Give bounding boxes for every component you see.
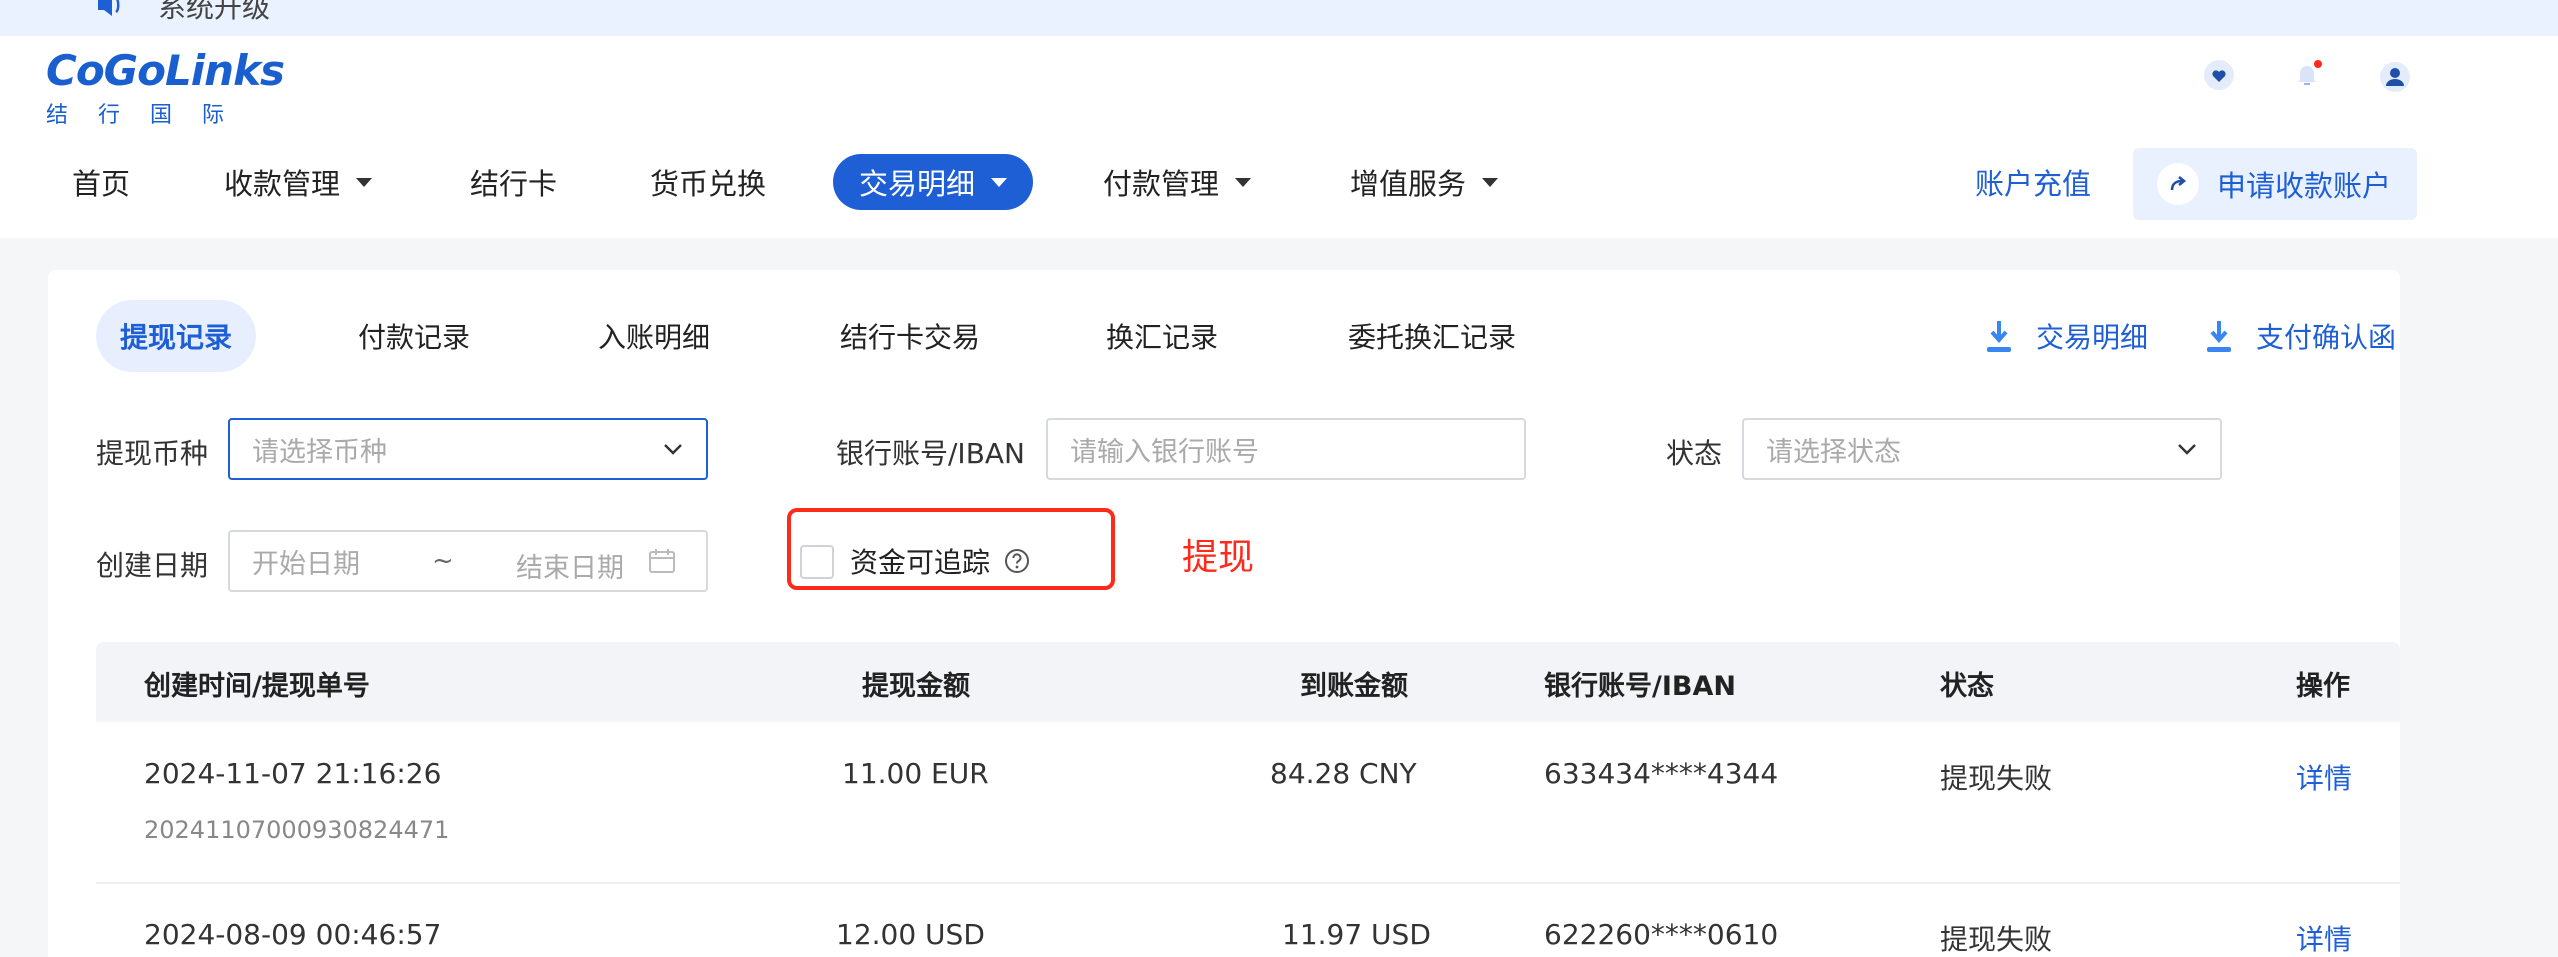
col-status: 状态 <box>1940 671 1994 702</box>
col-received-amount: 到账金额 <box>1300 671 1408 702</box>
calendar-icon <box>649 549 675 573</box>
notice-text: 系统升级 <box>158 0 271 24</box>
nav-value-added-services[interactable]: 增值服务 <box>1350 154 1499 210</box>
col-withdraw-amount: 提现金额 <box>862 671 970 702</box>
header: CoGoLinks 结行国际 首页 收款管理 结行卡 货币兑换 交易明细 付款管… <box>0 36 2558 238</box>
tab-entrusted-exchange-records[interactable]: 委托换汇记录 <box>1348 300 1516 372</box>
nav-payment-management[interactable]: 付款管理 <box>1103 154 1252 210</box>
col-bank-account: 银行账号/IBAN <box>1544 671 1736 702</box>
share-arrow-icon <box>2157 163 2199 205</box>
user-icon[interactable] <box>2378 60 2412 94</box>
caret-down-icon <box>1235 177 1252 187</box>
row-1-time: 2024-11-07 21:16:26 <box>144 757 442 790</box>
notice-bar: 系统升级 <box>0 0 2558 36</box>
date-range-picker[interactable]: 开始日期 ~ 结束日期 <box>228 530 708 592</box>
currency-label: 提现币种 <box>96 437 209 470</box>
download-transaction-details[interactable]: 交易明细 <box>1984 300 2148 372</box>
heart-icon[interactable] <box>2202 58 2236 92</box>
caret-down-icon <box>356 177 373 187</box>
logo-subtitle: 结行国际 <box>46 103 255 128</box>
nav-receipt-management[interactable]: 收款管理 <box>224 154 373 210</box>
caret-down-icon <box>1482 177 1499 187</box>
row-1-order-no: 20241107000930824471 <box>144 816 450 844</box>
row-2-account: 622260****0610 <box>1544 918 1779 951</box>
date-label: 创建日期 <box>96 549 209 582</box>
chevron-down-icon <box>664 444 682 455</box>
nav-currency-exchange[interactable]: 货币兑换 <box>650 154 766 210</box>
apply-account-button[interactable]: 申请收款账户 <box>2133 148 2417 220</box>
traceable-label: 资金可追踪 <box>850 546 991 579</box>
col-action: 操作 <box>2296 671 2350 702</box>
status-label: 状态 <box>1666 437 1723 470</box>
row-2-status: 提现失败 <box>1940 923 2053 956</box>
row-2-time: 2024-08-09 00:46:57 <box>144 918 442 951</box>
help-icon[interactable] <box>1004 548 1030 574</box>
row-2-amount: 12.00 USD <box>836 918 985 951</box>
tab-incoming-details[interactable]: 入账明细 <box>598 300 710 372</box>
nav-transaction-details[interactable]: 交易明细 <box>833 154 1033 210</box>
date-start[interactable]: 开始日期 <box>252 542 360 581</box>
row-1-detail-link[interactable]: 详情 <box>2296 757 2352 797</box>
row-1-received: 84.28 CNY <box>1270 757 1417 790</box>
caret-down-icon <box>991 177 1008 187</box>
download-payment-confirmation[interactable]: 支付确认函 <box>2204 300 2396 372</box>
row-1-account: 633434****4344 <box>1544 757 1779 790</box>
download-icon <box>2207 321 2231 352</box>
row-1-amount: 11.00 EUR <box>842 757 989 790</box>
logo-brand: CoGoLinks <box>46 46 285 95</box>
tab-exchange-records[interactable]: 换汇记录 <box>1106 300 1218 372</box>
row-1-status: 提现失败 <box>1940 762 2053 795</box>
row-divider <box>96 882 2400 884</box>
recharge-link[interactable]: 账户充值 <box>1975 154 2091 210</box>
status-select[interactable]: 请选择状态 <box>1742 418 2222 480</box>
tab-card-transactions[interactable]: 结行卡交易 <box>840 300 980 372</box>
chevron-down-icon <box>2178 444 2196 455</box>
tab-withdraw-records[interactable]: 提现记录 <box>96 300 257 372</box>
currency-select[interactable]: 请选择币种 <box>228 418 708 480</box>
bank-account-input[interactable]: 请输入银行账号 <box>1046 418 1526 480</box>
col-created-time: 创建时间/提现单号 <box>144 671 370 702</box>
tab-payment-records[interactable]: 付款记录 <box>358 300 470 372</box>
content-card <box>48 270 2400 957</box>
speaker-icon <box>96 0 126 16</box>
table-header <box>96 642 2400 722</box>
main-nav: 首页 收款管理 结行卡 货币兑换 交易明细 付款管理 增值服务 账户充值 申请收… <box>0 148 2558 234</box>
traceable-checkbox[interactable] <box>800 545 834 579</box>
nav-home[interactable]: 首页 <box>72 154 130 210</box>
annotation-text: 提现 <box>1182 537 1255 578</box>
row-2-detail-link[interactable]: 详情 <box>2296 918 2352 957</box>
date-separator: ~ <box>432 546 454 576</box>
apply-account-label: 申请收款账户 <box>2217 169 2392 203</box>
row-2-received: 11.97 USD <box>1282 918 1431 951</box>
date-end[interactable]: 结束日期 <box>516 546 624 585</box>
bell-icon[interactable] <box>2290 58 2324 92</box>
nav-card[interactable]: 结行卡 <box>470 154 557 210</box>
download-icon <box>1987 321 2011 352</box>
bank-account-label: 银行账号/IBAN <box>836 437 1026 470</box>
logo[interactable]: CoGoLinks 结行国际 <box>46 46 285 128</box>
